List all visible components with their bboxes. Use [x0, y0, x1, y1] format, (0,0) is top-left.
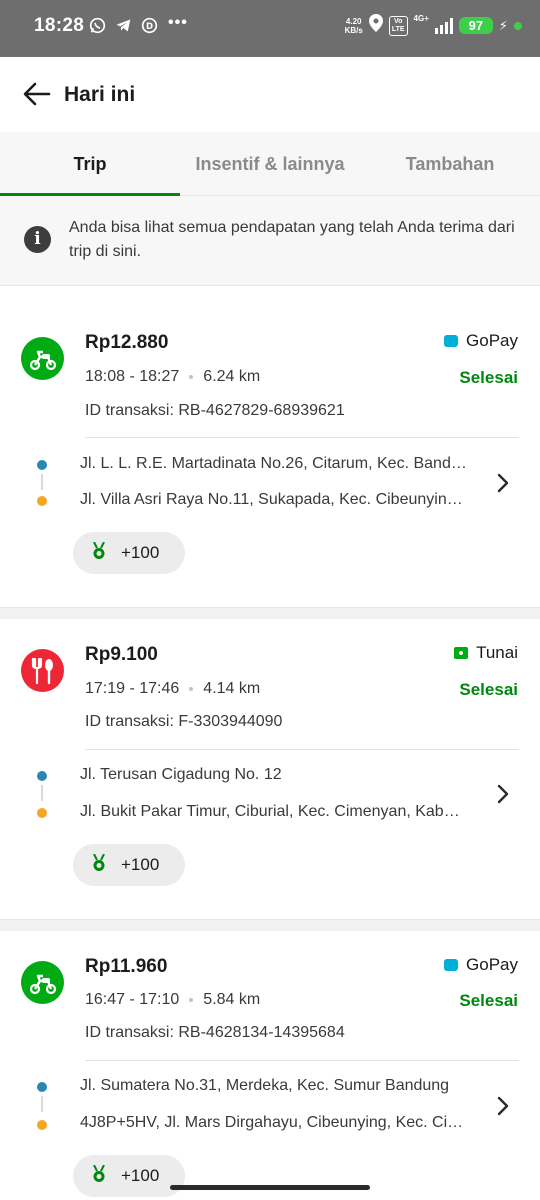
trip-time-distance: 18:08 - 18:27 6.24 km [85, 368, 260, 386]
svg-text:D: D [145, 21, 152, 31]
trip-status: Selesai [459, 991, 518, 1010]
payment-method: GoPay [444, 955, 518, 975]
signal-icon [434, 17, 453, 34]
medal-icon [91, 1164, 107, 1188]
pickup-dot-icon [37, 460, 47, 470]
transaction-id: ID transaksi: F-3303944090 [85, 713, 283, 730]
charging-icon: ⚡ [498, 17, 508, 33]
info-text: Anda bisa lihat semua pendapatan yang te… [69, 219, 515, 260]
trip-time-range: 16:47 - 17:10 [85, 991, 180, 1008]
tab-bar: Trip Insentif & lainnya Tambahan [0, 132, 540, 196]
system-icons: 4.20 KB/s Vo LTE 4G+ 97 ⚡ [345, 14, 522, 37]
trip-time-range: 18:08 - 18:27 [85, 368, 180, 385]
gopay-icon [444, 959, 459, 971]
pickup-dot-icon [37, 771, 47, 781]
status-time: 18:28 [34, 15, 85, 36]
points-badge: +100 [73, 844, 185, 886]
trip-distance: 4.14 km [203, 680, 261, 697]
network-type: 4G+ [413, 14, 429, 23]
page-title: Hari ini [64, 83, 136, 106]
tab-trip[interactable]: Trip [0, 132, 180, 196]
trip-amount: Rp11.960 [85, 956, 168, 977]
payment-method: GoPay [444, 331, 518, 351]
tab-incentives[interactable]: Insentif & lainnya [180, 132, 360, 195]
d-app-icon: D [140, 16, 158, 34]
app-header: Hari ini [0, 57, 540, 132]
points-badge: +100 [73, 1155, 185, 1197]
ride-service-icon [21, 961, 64, 1004]
pickup-address: Jl. Terusan Cigadung No. 12 [80, 766, 282, 783]
gopay-icon [444, 335, 459, 347]
chevron-right-icon[interactable] [496, 1095, 510, 1117]
whatsapp-icon [88, 16, 106, 34]
trip-card[interactable]: Rp9.100 17:19 - 17:46 4.14 km ID transak… [0, 619, 540, 919]
info-icon: i [24, 226, 51, 253]
trip-distance: 5.84 km [203, 991, 261, 1008]
pickup-address: Jl. Sumatera No.31, Merdeka, Kec. Sumur … [80, 1077, 450, 1094]
battery-level: 97 [458, 17, 493, 34]
pickup-dot-icon [37, 1082, 47, 1092]
pickup-address: Jl. L. L. R.E. Martadinata No.26, Citaru… [80, 455, 468, 472]
dropoff-address: 4J8P+5HV, Jl. Mars Dirgahayu, Cibeunying… [80, 1114, 468, 1131]
trip-time-distance: 17:19 - 17:46 4.14 km [85, 680, 260, 698]
cash-icon [454, 647, 469, 659]
tab-additional[interactable]: Tambahan [360, 132, 540, 195]
trip-card[interactable]: Rp11.960 16:47 - 17:10 5.84 km ID transa… [0, 931, 540, 1200]
back-arrow-icon[interactable] [22, 81, 52, 107]
chevron-right-icon[interactable] [496, 783, 510, 805]
points-badge: +100 [73, 532, 185, 574]
trip-time-range: 17:19 - 17:46 [85, 680, 180, 697]
medal-icon [91, 853, 107, 877]
trip-distance: 6.24 km [203, 368, 261, 385]
transaction-id: ID transaksi: RB-4627829-68939621 [85, 402, 345, 419]
dropoff-dot-icon [37, 1120, 47, 1130]
status-bar: 18:28 D ••• 4.20 KB/s Vo LTE 4G+ 97 ⚡ [0, 0, 540, 57]
trip-status: Selesai [459, 368, 518, 387]
notification-icons: D ••• [88, 14, 188, 34]
chevron-right-icon[interactable] [496, 472, 510, 494]
more-dots-icon: ••• [168, 14, 188, 31]
food-service-icon [21, 649, 64, 692]
trip-time-distance: 16:47 - 17:10 5.84 km [85, 991, 260, 1009]
payment-method: Tunai [454, 643, 518, 663]
trip-amount: Rp9.100 [85, 644, 158, 665]
trip-status: Selesai [459, 680, 518, 699]
trip-card[interactable]: Rp12.880 18:08 - 18:27 6.24 km ID transa… [0, 287, 540, 607]
dropoff-address: Jl. Villa Asri Raya No.11, Sukapada, Kec… [80, 491, 468, 508]
ride-service-icon [21, 337, 64, 380]
info-banner: i Anda bisa lihat semua pendapatan yang … [0, 196, 540, 286]
medal-icon [91, 541, 107, 565]
volte-badge: Vo LTE [388, 15, 408, 36]
trip-amount: Rp12.880 [85, 332, 169, 353]
telegram-icon [114, 16, 132, 34]
privacy-indicator-dot [514, 21, 522, 30]
gesture-nav-bar[interactable] [170, 1185, 370, 1190]
dropoff-address: Jl. Bukit Pakar Timur, Ciburial, Kec. Ci… [80, 803, 468, 820]
transaction-id: ID transaksi: RB-4628134-14395684 [85, 1024, 345, 1041]
dropoff-dot-icon [37, 496, 47, 506]
location-icon [368, 14, 383, 37]
network-speed: 4.20 KB/s [344, 16, 363, 35]
dropoff-dot-icon [37, 808, 47, 818]
